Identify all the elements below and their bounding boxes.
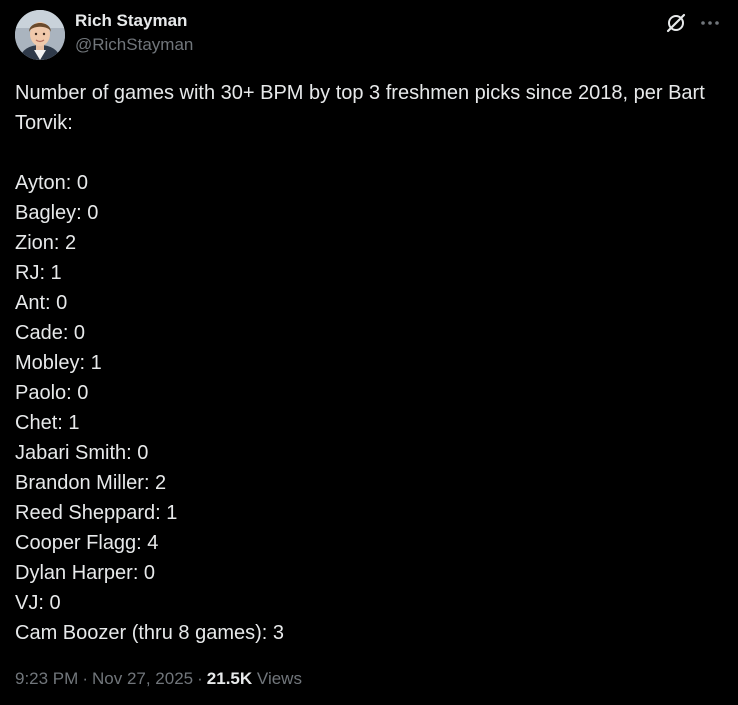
list-item: Zion: 2: [15, 232, 77, 254]
meta-separator: ·: [82, 669, 88, 688]
tweet-card[interactable]: Rich Stayman @RichStayman Number of game…: [0, 0, 738, 705]
list-item: Bagley: 0: [15, 202, 99, 224]
meta-separator: ·: [197, 669, 203, 688]
list-item: Ayton: 0: [15, 172, 89, 194]
list-item: Paolo: 0: [15, 382, 89, 404]
list-item: VJ: 0: [15, 592, 61, 614]
list-item: Brandon Miller: 2: [15, 472, 167, 494]
list-item: Dylan Harper: 0: [15, 562, 156, 584]
list-item: Cade: 0: [15, 322, 86, 344]
list-item: RJ: 1: [15, 262, 62, 284]
more-icon[interactable]: [699, 12, 721, 34]
avatar-image: [15, 10, 65, 60]
views-label: Views: [256, 669, 302, 688]
tweet-time[interactable]: 9:23 PM: [15, 669, 78, 688]
list-item: Reed Sheppard: 1: [15, 502, 178, 524]
tweet-header: Rich Stayman @RichStayman: [15, 10, 723, 60]
list-item: Cam Boozer (thru 8 games): 3: [15, 622, 284, 644]
grok-icon[interactable]: [665, 12, 687, 34]
list-item: Chet: 1: [15, 412, 80, 434]
views-count[interactable]: 21.5K: [207, 669, 252, 688]
list-item: Mobley: 1: [15, 352, 102, 374]
list-item: Jabari Smith: 0: [15, 442, 149, 464]
tweet-text: Number of games with 30+ BPM by top 3 fr…: [15, 78, 727, 648]
author-handle[interactable]: @RichStayman: [75, 34, 193, 56]
avatar[interactable]: [15, 10, 65, 60]
author-display-name[interactable]: Rich Stayman: [75, 11, 193, 31]
author-names: Rich Stayman @RichStayman: [75, 11, 193, 56]
tweet-intro: Number of games with 30+ BPM by top 3 fr…: [15, 82, 705, 134]
tweet-meta: 9:23 PM · Nov 27, 2025 · 21.5K Views: [15, 667, 302, 691]
list-item: Cooper Flagg: 4: [15, 532, 159, 554]
list-item: Ant: 0: [15, 292, 68, 314]
tweet-date[interactable]: Nov 27, 2025: [92, 669, 193, 688]
